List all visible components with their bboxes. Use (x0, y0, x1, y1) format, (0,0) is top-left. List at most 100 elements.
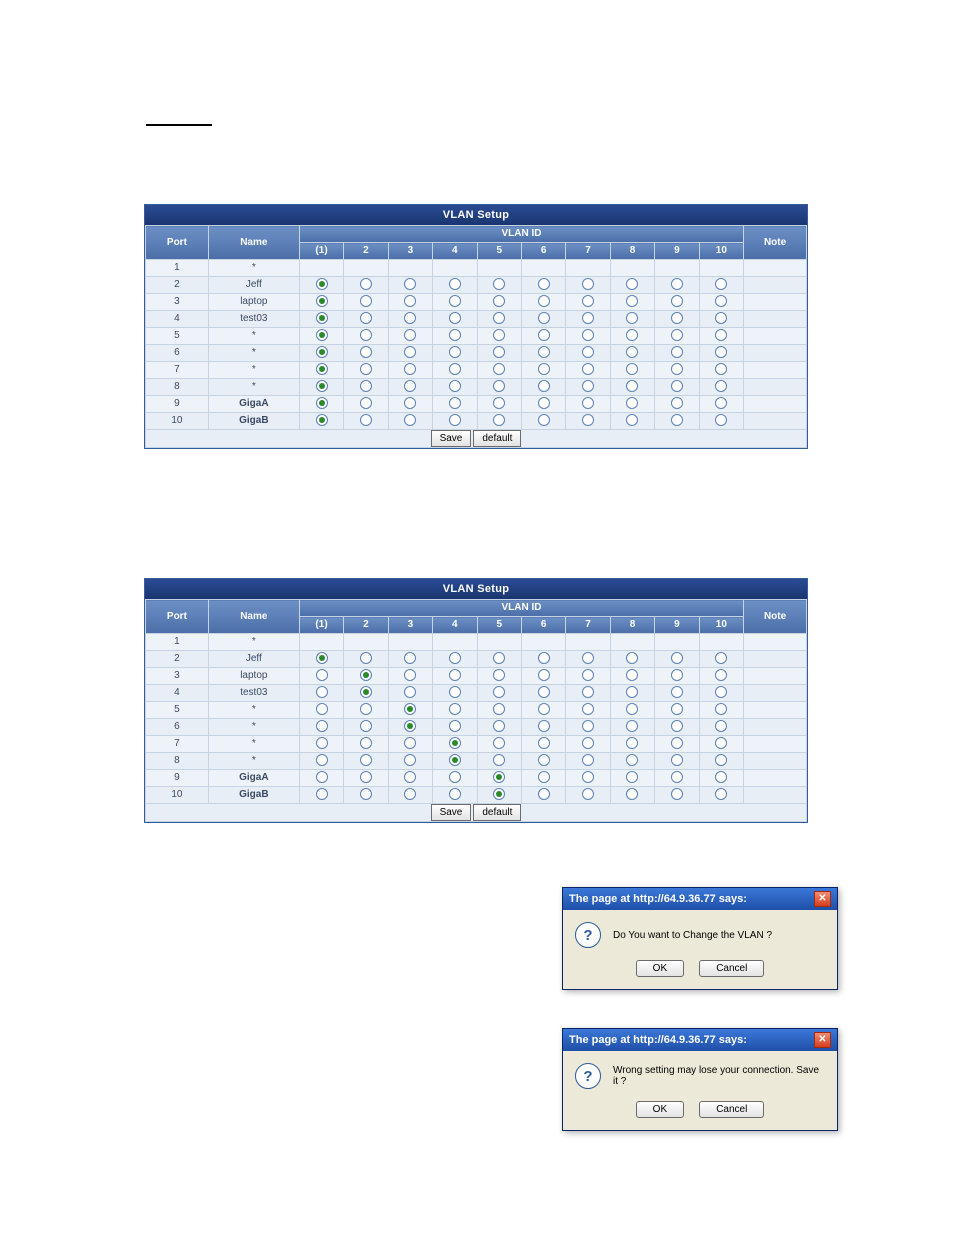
radio-vlan-3[interactable] (404, 312, 416, 324)
radio-vlan-5[interactable] (493, 754, 505, 766)
radio-vlan-5[interactable] (493, 771, 505, 783)
radio-vlan-9[interactable] (671, 346, 683, 358)
radio-vlan-4[interactable] (449, 669, 461, 681)
radio-vlan-9[interactable] (671, 737, 683, 749)
radio-vlan-1[interactable] (316, 737, 328, 749)
radio-vlan-6[interactable] (538, 414, 550, 426)
radio-vlan-6[interactable] (538, 686, 550, 698)
radio-vlan-2[interactable] (360, 278, 372, 290)
radio-vlan-6[interactable] (538, 788, 550, 800)
radio-vlan-1[interactable] (316, 720, 328, 732)
radio-vlan-6[interactable] (538, 754, 550, 766)
radio-vlan-4[interactable] (449, 414, 461, 426)
radio-vlan-3[interactable] (404, 686, 416, 698)
radio-vlan-9[interactable] (671, 720, 683, 732)
radio-vlan-4[interactable] (449, 329, 461, 341)
radio-vlan-4[interactable] (449, 686, 461, 698)
radio-vlan-7[interactable] (582, 414, 594, 426)
radio-vlan-10[interactable] (715, 414, 727, 426)
radio-vlan-9[interactable] (671, 312, 683, 324)
save-button[interactable]: Save (431, 430, 472, 447)
radio-vlan-7[interactable] (582, 397, 594, 409)
radio-vlan-7[interactable] (582, 278, 594, 290)
radio-vlan-5[interactable] (493, 295, 505, 307)
radio-vlan-1[interactable] (316, 686, 328, 698)
radio-vlan-8[interactable] (626, 329, 638, 341)
radio-vlan-9[interactable] (671, 669, 683, 681)
radio-vlan-9[interactable] (671, 295, 683, 307)
radio-vlan-1[interactable] (316, 295, 328, 307)
radio-vlan-4[interactable] (449, 703, 461, 715)
radio-vlan-1[interactable] (316, 703, 328, 715)
radio-vlan-6[interactable] (538, 737, 550, 749)
radio-vlan-7[interactable] (582, 754, 594, 766)
radio-vlan-1[interactable] (316, 329, 328, 341)
radio-vlan-8[interactable] (626, 278, 638, 290)
radio-vlan-3[interactable] (404, 380, 416, 392)
radio-vlan-1[interactable] (316, 346, 328, 358)
radio-vlan-7[interactable] (582, 346, 594, 358)
radio-vlan-5[interactable] (493, 686, 505, 698)
radio-vlan-7[interactable] (582, 771, 594, 783)
radio-vlan-1[interactable] (316, 788, 328, 800)
radio-vlan-3[interactable] (404, 278, 416, 290)
radio-vlan-3[interactable] (404, 737, 416, 749)
radio-vlan-4[interactable] (449, 295, 461, 307)
radio-vlan-9[interactable] (671, 397, 683, 409)
radio-vlan-4[interactable] (449, 312, 461, 324)
radio-vlan-2[interactable] (360, 346, 372, 358)
radio-vlan-5[interactable] (493, 363, 505, 375)
close-icon[interactable]: ✕ (814, 1032, 831, 1048)
radio-vlan-5[interactable] (493, 278, 505, 290)
radio-vlan-1[interactable] (316, 397, 328, 409)
radio-vlan-6[interactable] (538, 278, 550, 290)
radio-vlan-9[interactable] (671, 329, 683, 341)
radio-vlan-10[interactable] (715, 397, 727, 409)
radio-vlan-6[interactable] (538, 363, 550, 375)
radio-vlan-8[interactable] (626, 414, 638, 426)
radio-vlan-6[interactable] (538, 652, 550, 664)
radio-vlan-8[interactable] (626, 788, 638, 800)
radio-vlan-4[interactable] (449, 737, 461, 749)
radio-vlan-3[interactable] (404, 397, 416, 409)
radio-vlan-4[interactable] (449, 278, 461, 290)
radio-vlan-9[interactable] (671, 754, 683, 766)
radio-vlan-7[interactable] (582, 380, 594, 392)
radio-vlan-10[interactable] (715, 703, 727, 715)
radio-vlan-2[interactable] (360, 788, 372, 800)
radio-vlan-5[interactable] (493, 329, 505, 341)
radio-vlan-9[interactable] (671, 380, 683, 392)
radio-vlan-3[interactable] (404, 771, 416, 783)
radio-vlan-9[interactable] (671, 703, 683, 715)
radio-vlan-7[interactable] (582, 703, 594, 715)
radio-vlan-2[interactable] (360, 754, 372, 766)
radio-vlan-2[interactable] (360, 414, 372, 426)
ok-button[interactable]: OK (636, 960, 684, 977)
radio-vlan-2[interactable] (360, 737, 372, 749)
radio-vlan-6[interactable] (538, 397, 550, 409)
radio-vlan-8[interactable] (626, 737, 638, 749)
radio-vlan-10[interactable] (715, 278, 727, 290)
radio-vlan-8[interactable] (626, 295, 638, 307)
radio-vlan-2[interactable] (360, 720, 372, 732)
radio-vlan-9[interactable] (671, 788, 683, 800)
radio-vlan-7[interactable] (582, 788, 594, 800)
radio-vlan-6[interactable] (538, 720, 550, 732)
radio-vlan-5[interactable] (493, 380, 505, 392)
radio-vlan-10[interactable] (715, 686, 727, 698)
radio-vlan-7[interactable] (582, 295, 594, 307)
radio-vlan-10[interactable] (715, 329, 727, 341)
radio-vlan-3[interactable] (404, 295, 416, 307)
radio-vlan-3[interactable] (404, 720, 416, 732)
radio-vlan-1[interactable] (316, 754, 328, 766)
radio-vlan-3[interactable] (404, 669, 416, 681)
radio-vlan-7[interactable] (582, 652, 594, 664)
radio-vlan-7[interactable] (582, 669, 594, 681)
radio-vlan-10[interactable] (715, 652, 727, 664)
radio-vlan-8[interactable] (626, 771, 638, 783)
default-button[interactable]: default (473, 804, 521, 821)
radio-vlan-2[interactable] (360, 703, 372, 715)
radio-vlan-2[interactable] (360, 652, 372, 664)
radio-vlan-4[interactable] (449, 720, 461, 732)
save-button[interactable]: Save (431, 804, 472, 821)
